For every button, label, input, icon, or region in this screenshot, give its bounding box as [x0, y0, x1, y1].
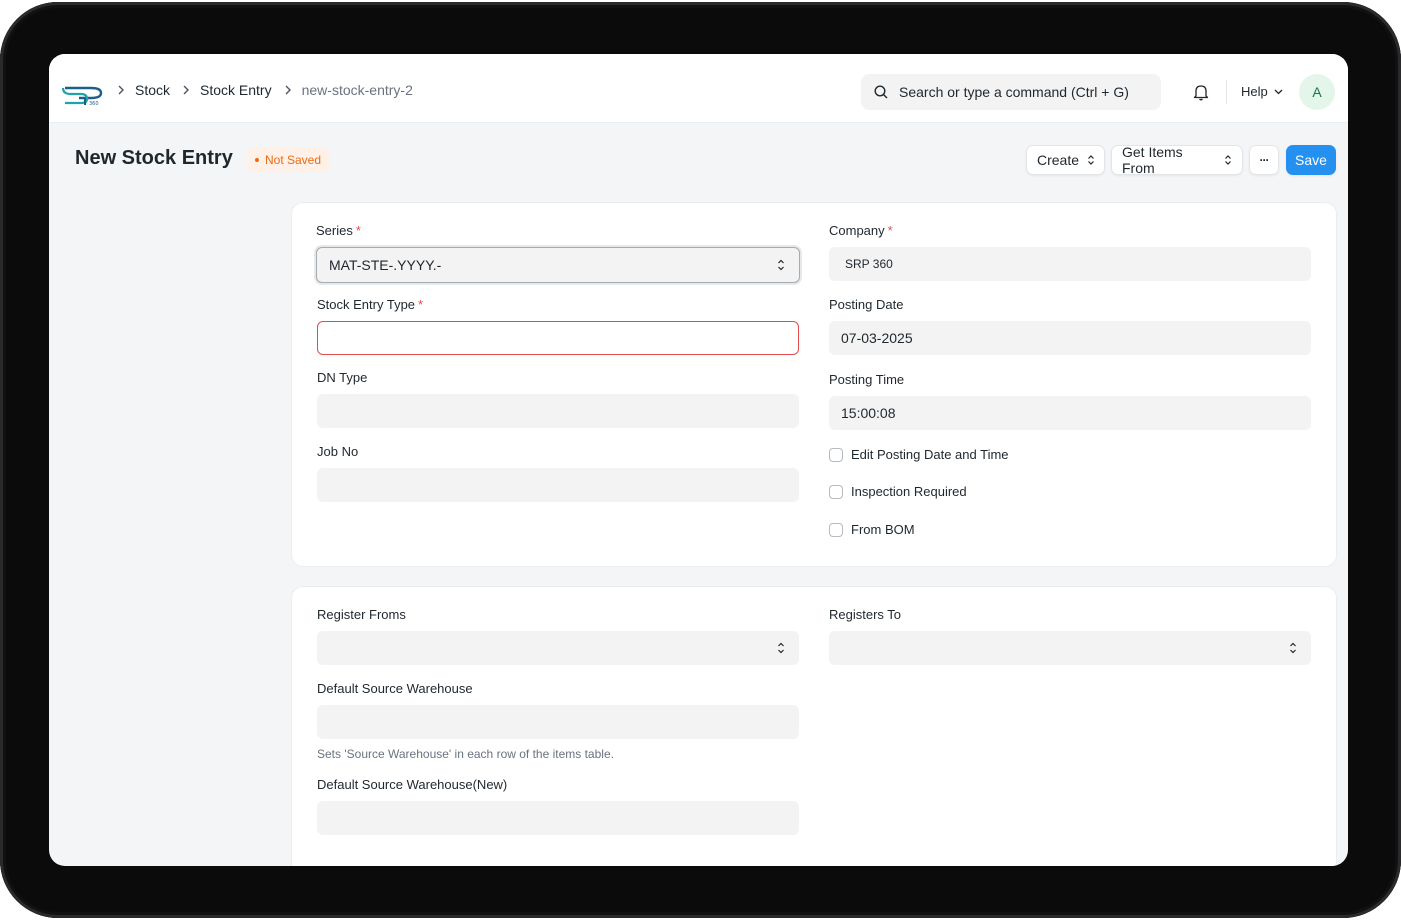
create-button[interactable]: Create — [1026, 145, 1105, 175]
chevron-right-icon — [284, 85, 292, 95]
required-asterisk: * — [418, 297, 424, 312]
company-label-row: Company * — [829, 223, 1311, 239]
get-items-from-button[interactable]: Get Items From — [1111, 144, 1243, 176]
from-bom-checkbox[interactable]: From BOM — [829, 522, 915, 537]
updown-chevron-icon — [777, 641, 785, 655]
breadcrumb-current: new-stock-entry-2 — [301, 82, 413, 98]
default-source-warehouse-new-label: Default Source Warehouse(New) — [317, 777, 508, 792]
posting-time-input[interactable]: 15:00:08 — [829, 396, 1311, 430]
avatar[interactable]: A — [1299, 74, 1335, 110]
page-title: New Stock Entry — [75, 147, 233, 169]
status-label: Not Saved — [265, 153, 322, 167]
updown-chevron-icon — [1224, 154, 1232, 166]
search-placeholder: Search or type a command (Ctrl + G) — [899, 84, 1129, 100]
company-field: Company * SRP 360 — [829, 223, 1311, 281]
registers-to-label: Registers To — [829, 607, 902, 622]
posting-date-field: Posting Date 07-03-2025 — [829, 297, 1311, 355]
dn-type-input[interactable] — [317, 394, 799, 428]
more-actions-button[interactable]: ··· — [1249, 145, 1279, 175]
default-source-warehouse-label: Default Source Warehouse — [317, 681, 473, 696]
warehouse-section: Register Froms Registers To Default Sour… — [291, 586, 1337, 866]
breadcrumb-stock-entry[interactable]: Stock Entry — [200, 82, 272, 98]
job-no-input[interactable] — [317, 468, 799, 502]
required-asterisk: * — [355, 223, 361, 238]
series-label: Series — [316, 223, 353, 238]
status-badge: Not Saved — [247, 148, 331, 172]
from-bom-label: From BOM — [851, 522, 915, 537]
checkbox-box[interactable] — [829, 522, 843, 537]
default-source-warehouse-field: Default Source Warehouse Sets 'Source Wa… — [317, 681, 799, 761]
default-source-warehouse-new-field: Default Source Warehouse(New) — [317, 777, 799, 835]
dn-type-field: DN Type — [317, 370, 799, 428]
inspection-required-label: Inspection Required — [851, 484, 967, 499]
posting-date-label: Posting Date — [829, 297, 904, 312]
chevron-down-icon — [1274, 89, 1283, 94]
register-froms-field: Register Froms — [317, 607, 799, 665]
get-items-from-label: Get Items From — [1122, 144, 1183, 176]
inspection-required-checkbox[interactable]: Inspection Required — [829, 484, 967, 499]
series-label-row: Series * — [316, 223, 800, 239]
breadcrumb: Stock Stock Entry new-stock-entry-2 — [115, 82, 423, 98]
registers-to-field: Registers To — [829, 607, 1311, 665]
navbar-divider — [1226, 80, 1227, 104]
default-source-warehouse-description: Sets 'Source Warehouse' in each row of t… — [317, 747, 614, 761]
tablet-frame: 360 Stock Stock Entry new-stock-entry-2 — [0, 2, 1401, 918]
bell-icon[interactable] — [1191, 82, 1211, 102]
job-no-field: Job No — [317, 444, 799, 502]
required-asterisk: * — [887, 223, 893, 238]
posting-date-input[interactable]: 07-03-2025 — [829, 321, 1311, 355]
registers-to-select[interactable] — [829, 631, 1311, 665]
default-source-warehouse-input[interactable] — [317, 705, 799, 739]
svg-text:360: 360 — [89, 101, 99, 107]
app-screen: 360 Stock Stock Entry new-stock-entry-2 — [49, 54, 1348, 866]
stock-entry-type-label-row: Stock Entry Type * — [317, 297, 799, 313]
stock-entry-type-label: Stock Entry Type — [317, 297, 416, 312]
updown-chevron-icon — [1289, 641, 1297, 655]
status-dot — [255, 158, 259, 162]
navbar: 360 Stock Stock Entry new-stock-entry-2 — [49, 54, 1348, 123]
job-no-label: Job No — [317, 444, 359, 459]
stock-entry-type-input[interactable] — [317, 321, 799, 355]
chevron-right-icon — [182, 85, 190, 95]
checkbox-box[interactable] — [829, 484, 843, 499]
series-value: MAT-STE-.YYYY.- — [329, 257, 442, 273]
create-label: Create — [1037, 152, 1080, 168]
series-field: Series * MAT-STE-.YYYY.- — [316, 223, 800, 283]
more-dots-icon: ··· — [1259, 153, 1270, 167]
chevron-right-icon — [117, 85, 125, 95]
company-label: Company — [829, 223, 885, 238]
help-dropdown[interactable]: Help — [1241, 84, 1283, 99]
app-logo[interactable]: 360 — [61, 80, 105, 108]
checkbox-box[interactable] — [829, 447, 843, 462]
edit-posting-label: Edit Posting Date and Time — [851, 447, 1009, 462]
edit-posting-checkbox[interactable]: Edit Posting Date and Time — [829, 447, 1009, 462]
posting-time-field: Posting Time 15:00:08 — [829, 372, 1311, 430]
updown-chevron-icon — [1087, 154, 1095, 166]
company-input[interactable]: SRP 360 — [829, 247, 1311, 281]
search-input[interactable]: Search or type a command (Ctrl + G) — [861, 74, 1161, 110]
save-button[interactable]: Save — [1286, 145, 1336, 175]
help-label: Help — [1241, 84, 1268, 99]
register-froms-select[interactable] — [317, 631, 799, 665]
breadcrumb-stock[interactable]: Stock — [135, 82, 170, 98]
updown-chevron-icon — [777, 258, 785, 272]
stock-entry-type-field: Stock Entry Type * — [317, 297, 799, 355]
default-source-warehouse-new-input[interactable] — [317, 801, 799, 835]
stock-entry-details-section: Series * MAT-STE-.YYYY.- Stock Entry Type… — [291, 202, 1337, 567]
search-icon — [873, 84, 889, 100]
dn-type-label: DN Type — [317, 370, 368, 385]
posting-time-label: Posting Time — [829, 372, 905, 387]
series-select[interactable]: MAT-STE-.YYYY.- — [316, 247, 800, 283]
register-froms-label: Register Froms — [317, 607, 406, 622]
